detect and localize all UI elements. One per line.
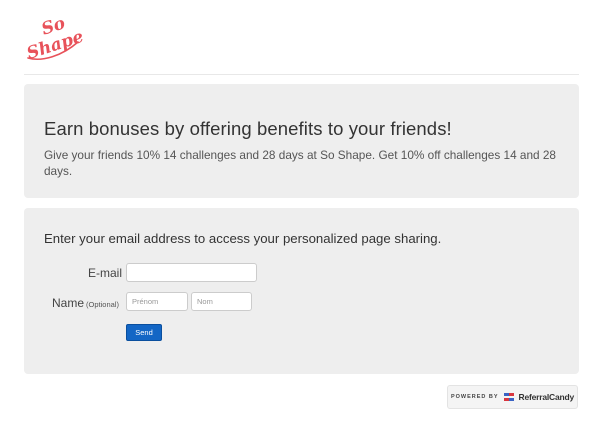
so-shape-logo[interactable]: So Shape [22,12,84,64]
hero-title: Earn bonuses by offering benefits to you… [44,118,452,139]
name-optional-hint: (Optional) [86,300,119,309]
form-intro: Enter your email address to access your … [44,231,442,246]
name-label: Name (Optional) [52,296,119,310]
referralcandy-name: ReferralCandy [518,392,575,402]
first-name-field[interactable] [126,292,188,311]
referralcandy-icon [503,393,514,401]
hero-description: Give your friends 10% 14 challenges and … [44,148,556,178]
hero-panel: Earn bonuses by offering benefits to you… [24,84,579,198]
last-name-field[interactable] [191,292,252,311]
powered-by-text: POWERED BY [450,394,499,400]
header-divider [24,74,579,75]
email-form-panel: Enter your email address to access your … [24,208,579,374]
send-button[interactable]: Send [126,324,162,341]
email-label: E-mail [88,266,123,280]
powered-by-badge[interactable]: POWERED BY ReferralCandy [447,385,578,409]
name-label-text: Name [52,296,85,310]
email-field[interactable] [126,263,257,282]
